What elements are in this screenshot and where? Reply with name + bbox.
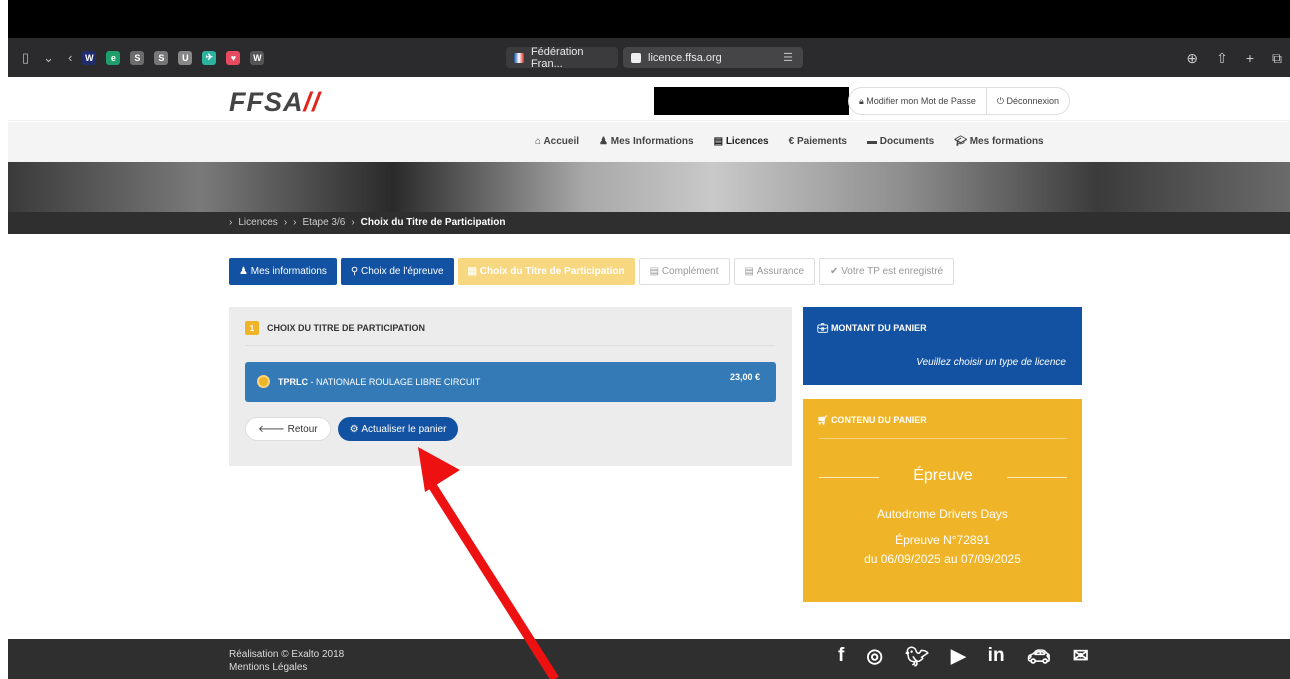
screen: ▯ ⌄ ‹ W e S S U ✈ ♥ W Fédération Fran...… xyxy=(0,0,1290,679)
arrow-shaft xyxy=(426,479,559,679)
arrow-head xyxy=(418,447,460,492)
red-arrow-annotation xyxy=(418,447,559,679)
